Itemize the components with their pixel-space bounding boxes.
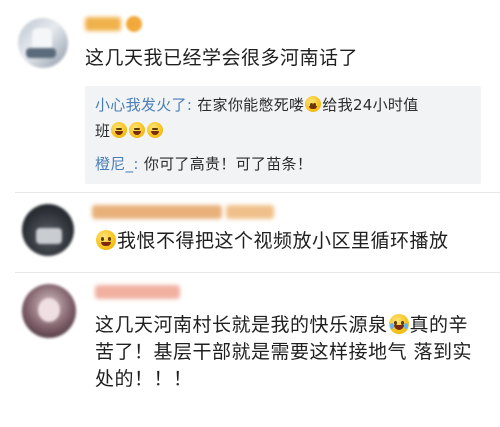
reply-item-cont: 班 — [95, 119, 164, 143]
comment-text-line: 苦了！基层干部就是需要这样接地气 落到实 — [95, 341, 473, 363]
commenter-tag — [226, 205, 274, 219]
comment-text: 这几天我已经学会很多河南话了 — [85, 47, 359, 69]
smile-emoji-icon — [96, 230, 116, 250]
commenter-name[interactable] — [92, 205, 222, 219]
vip-badge — [126, 16, 142, 32]
reply-author-name[interactable]: 橙尼_ — [95, 155, 133, 173]
comment-text-line: 我恨不得把这个视频放小区里循环播放 — [95, 228, 449, 255]
commenter-avatar[interactable] — [18, 18, 68, 68]
comment-1: 这几天我已经学会很多河南话了 小心我发火了: 在家你能憋死喽 给我24小时值 班 … — [0, 0, 500, 190]
comment-text-line: 这几天河南村长就是我的快乐源泉 真的辛 — [95, 314, 469, 336]
commenter-name[interactable] — [95, 285, 180, 299]
reply-text: 班 — [95, 122, 111, 140]
comment-2: 我恨不得把这个视频放小区里循环播放 — [0, 192, 500, 272]
reply-thread[interactable]: 小心我发火了: 在家你能憋死喽 给我24小时值 班 橙尼_: 你可了高贵！可了苗条… — [85, 86, 481, 184]
laughing-emoji-icon — [129, 122, 146, 138]
comment-3: 这几天河南村长就是我的快乐源泉 真的辛 苦了！基层干部就是需要这样接地气 落到实 … — [0, 272, 500, 427]
shy-smile-emoji-icon — [305, 96, 322, 112]
reply-text: 给我24小时值 — [322, 96, 419, 114]
laughing-emoji-icon — [111, 122, 128, 138]
comment-text-line: 处的！！！ — [95, 368, 193, 390]
laughing-emoji-icon — [147, 122, 164, 138]
laugh-cry-emoji-icon — [388, 314, 409, 334]
commenter-name[interactable] — [85, 17, 121, 31]
commenter-avatar[interactable] — [22, 204, 74, 256]
reply-text: 你可了高贵！可了苗条！ — [138, 155, 313, 173]
commenter-avatar[interactable] — [22, 284, 76, 338]
reply-item: 橙尼_: 你可了高贵！可了苗条！ — [95, 155, 313, 173]
reply-author-name[interactable]: 小心我发火了 — [95, 96, 187, 114]
reply-item: 小心我发火了: 在家你能憋死喽 给我24小时值 — [95, 96, 419, 114]
reply-text: 在家你能憋死喽 — [192, 96, 305, 114]
